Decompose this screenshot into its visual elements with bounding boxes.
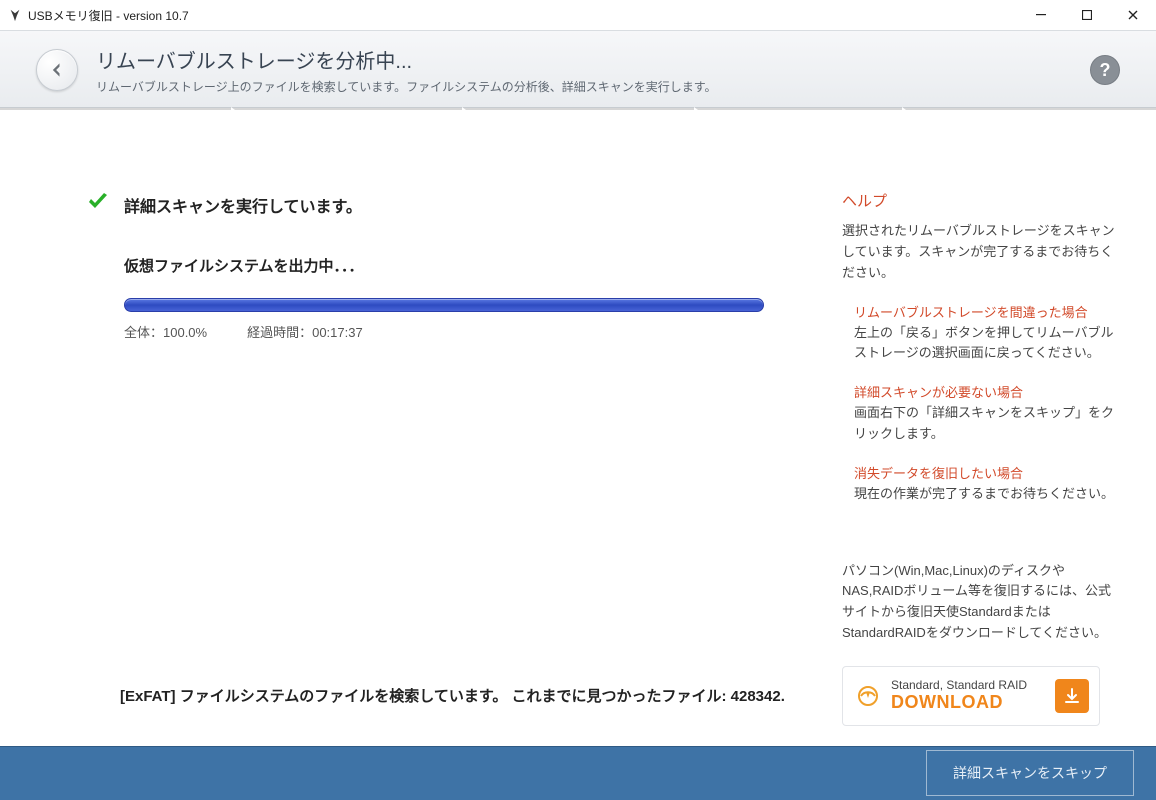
- maximize-button[interactable]: [1064, 0, 1110, 30]
- filesystem-status: [ExFAT] ファイルシステムのファイルを検索しています。 これまでに見つかっ…: [120, 685, 785, 706]
- download-line2: DOWNLOAD: [891, 692, 1027, 713]
- download-line1: Standard, Standard RAID: [891, 678, 1027, 692]
- back-button[interactable]: [36, 49, 78, 91]
- progress-elapsed: 経過時間：00:17:37: [247, 322, 363, 341]
- scan-status-title: 詳細スキャンを実行しています。: [124, 193, 362, 217]
- help-title: ヘルプ: [842, 190, 1122, 211]
- help-panel: ヘルプ 選択されたリムーバブルストレージをスキャンしています。スキャンが完了する…: [842, 110, 1132, 746]
- download-button[interactable]: Standard, Standard RAID DOWNLOAD: [842, 666, 1100, 726]
- help-button[interactable]: ?: [1090, 55, 1120, 85]
- help-sec-title-2: 消失データを復旧したい場合: [854, 463, 1122, 482]
- footer-bar: 詳細スキャンをスキップ: [0, 746, 1156, 800]
- close-button[interactable]: [1110, 0, 1156, 30]
- window-title: USBメモリ復旧 - version 10.7: [28, 7, 189, 24]
- help-sec-body-1: 画面右下の「詳細スキャンをスキップ」をクリックします。: [854, 403, 1122, 445]
- page-title: リムーバブルストレージを分析中...: [96, 45, 717, 74]
- help-intro: 選択されたリムーバブルストレージをスキャンしています。スキャンが完了するまでお待…: [842, 221, 1122, 283]
- download-arrow-icon: [1055, 679, 1089, 713]
- progress-overall: 全体：100.0%: [124, 322, 207, 341]
- checkmark-icon: [86, 190, 110, 219]
- main-panel: 詳細スキャンを実行しています。 仮想ファイルシステムを出力中．．． 全体：100…: [0, 110, 842, 746]
- wings-icon: [855, 683, 881, 709]
- help-sec-body-2: 現在の作業が完了するまでお待ちください。: [854, 484, 1122, 505]
- help-promo: パソコン(Win,Mac,Linux)のディスクやNAS,RAIDボリューム等を…: [842, 561, 1122, 644]
- page-header: リムーバブルストレージを分析中... リムーバブルストレージ上のファイルを検索し…: [0, 30, 1156, 108]
- app-icon: [8, 8, 22, 22]
- window-titlebar: USBメモリ復旧 - version 10.7: [0, 0, 1156, 30]
- minimize-button[interactable]: [1018, 0, 1064, 30]
- scan-substatus: 仮想ファイルシステムを出力中．．．: [124, 255, 802, 276]
- page-subtitle: リムーバブルストレージ上のファイルを検索しています。ファイルシステムの分析後、詳…: [96, 78, 717, 95]
- help-sec-title-1: 詳細スキャンが必要ない場合: [854, 382, 1122, 401]
- help-sec-title-0: リムーバブルストレージを間違った場合: [854, 302, 1122, 321]
- skip-scan-button[interactable]: 詳細スキャンをスキップ: [926, 750, 1134, 796]
- help-sec-body-0: 左上の「戻る」ボタンを押してリムーバブルストレージの選択画面に戻ってください。: [854, 323, 1122, 365]
- progress-bar: [124, 298, 764, 312]
